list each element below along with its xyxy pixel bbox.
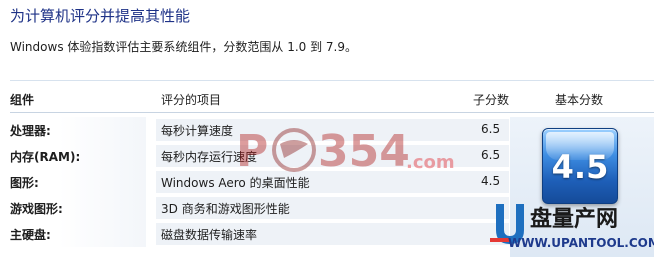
- column-header-component: 组件: [10, 93, 35, 107]
- page-title: 为计算机评分并提高其性能: [10, 7, 191, 25]
- column-header-subscore: 子分数: [473, 93, 510, 107]
- base-score-badge: 4.5: [542, 128, 618, 204]
- base-score-value: 4.5: [551, 148, 609, 186]
- rated-item: 每秒内存运行速度: [161, 150, 258, 164]
- table-header: 组件 评分的项目 子分数 基本分数: [10, 88, 654, 110]
- column-header-base-score: 基本分数: [555, 93, 604, 107]
- subscore-cell: [473, 223, 509, 245]
- subscore: 4.5: [481, 174, 501, 188]
- page-subtitle: Windows 体验指数评估主要系统组件，分数范围从 1.0 到 7.9。: [10, 40, 357, 54]
- upantool-url: WWW.UPANTOOL.COM: [508, 236, 654, 250]
- rated-item: 每秒计算速度: [161, 124, 234, 138]
- component-label: 处理器:: [10, 124, 51, 138]
- component-label: 游戏图形:: [10, 202, 63, 216]
- component-label: 图形:: [10, 176, 39, 190]
- header-divider: [10, 112, 654, 113]
- subscore: 6.5: [481, 122, 501, 136]
- subscore: 6.5: [481, 148, 501, 162]
- component-label: 内存(RAM):: [10, 150, 81, 164]
- rated-item: 3D 商务和游戏图形性能: [161, 202, 290, 216]
- column-header-item: 评分的项目: [161, 93, 222, 107]
- subscore-cell: [473, 197, 509, 219]
- divider: [10, 80, 654, 81]
- rated-item: 磁盘数据传输速率: [161, 228, 258, 242]
- component-label: 主硬盘:: [10, 228, 51, 242]
- rated-item: Windows Aero 的桌面性能: [161, 176, 310, 190]
